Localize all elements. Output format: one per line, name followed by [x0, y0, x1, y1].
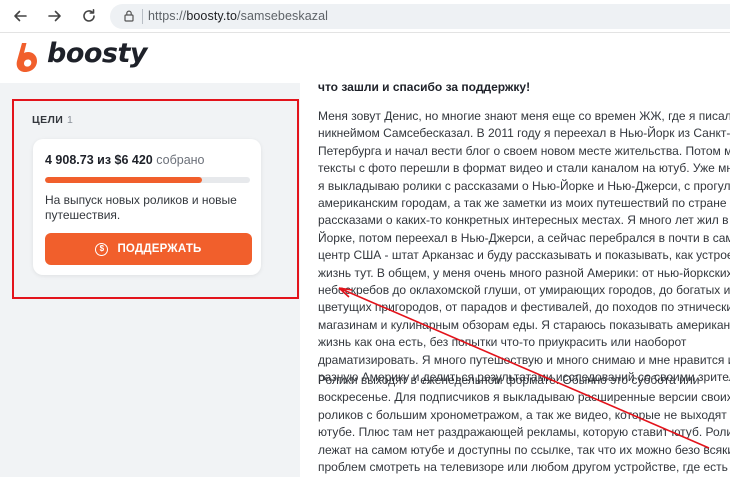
about-article: что зашли и спасибо за поддержку! Меня з…: [300, 75, 730, 477]
url-path: /samsebeskazal: [237, 9, 329, 23]
back-arrow-icon[interactable]: [10, 6, 30, 26]
article-line: цветущих пригородов, от парадов и фестив…: [318, 300, 730, 315]
url-domain: boosty.to: [186, 9, 238, 23]
article-line: тексты с фото перешли в формат видео и с…: [318, 161, 730, 176]
article-line: жизнь как она есть, без попытки что-то п…: [318, 335, 687, 350]
article-line: Меня зовут Денис, но многие знают меня е…: [318, 109, 730, 123]
article-line: рассказами о каких-то конкретных интерес…: [318, 213, 730, 228]
highlight-frame: [12, 99, 299, 299]
boosty-logo-icon[interactable]: [11, 41, 41, 75]
article-paragraph-2: Ролики выходят в еженедельном формате. О…: [318, 372, 730, 477]
article-line: магазинам и кулинарным обзорам еды. Я ст…: [318, 317, 730, 332]
site-info-icon[interactable]: [122, 9, 136, 23]
article-line: Ролики выходят в еженедельном формате. О…: [318, 373, 700, 387]
article-paragraph-1: Меня зовут Денис, но многие знают меня е…: [318, 108, 730, 387]
article-line: я выкладываю ролики с рассказами о Нью-Й…: [318, 178, 730, 193]
article-line: лежат на самом ютубе и доступны по ссылк…: [318, 442, 730, 457]
browser-toolbar: https://boosty.to/samsebeskazal: [0, 0, 730, 33]
article-line: драматизировать. Я много путешествую и м…: [318, 352, 730, 367]
article-line: проблем смотреть на телевизоре или любом…: [318, 460, 728, 475]
article-line: воскресенье. Для подписчиков я выкладыва…: [318, 390, 730, 405]
reload-icon[interactable]: [79, 6, 99, 26]
article-line: небоскребов до оклахомской глуши, от уми…: [318, 283, 730, 298]
article-line: Петербурга и начал вести блог о своем но…: [318, 143, 730, 158]
article-line: роликов с большим хронометражом, а так ж…: [318, 407, 730, 422]
url-text[interactable]: https://boosty.to/samsebeskazal: [148, 9, 328, 23]
article-line: ютубе. Плюс там нет раздражающей рекламы…: [318, 425, 730, 440]
article-line: никнеймом Самсебесказал. В 2011 году я п…: [318, 126, 730, 141]
url-prefix: https://: [148, 9, 187, 23]
address-separator: [142, 9, 143, 24]
boosty-logo-text[interactable]: boosty: [47, 38, 148, 69]
article-line: Йорке, потом переехал в Нью-Джерси, а се…: [318, 230, 730, 245]
article-heading: что зашли и спасибо за поддержку!: [318, 80, 531, 94]
article-line: центр США - штат Арканзас и буду рассказ…: [318, 248, 730, 263]
forward-arrow-icon[interactable]: [45, 6, 65, 26]
article-line: жизнь тут. В общем, у меня очень много р…: [318, 265, 730, 280]
article-line: американским городам, а так же заметки и…: [318, 196, 730, 211]
address-bar[interactable]: https://boosty.to/samsebeskazal: [110, 4, 730, 29]
